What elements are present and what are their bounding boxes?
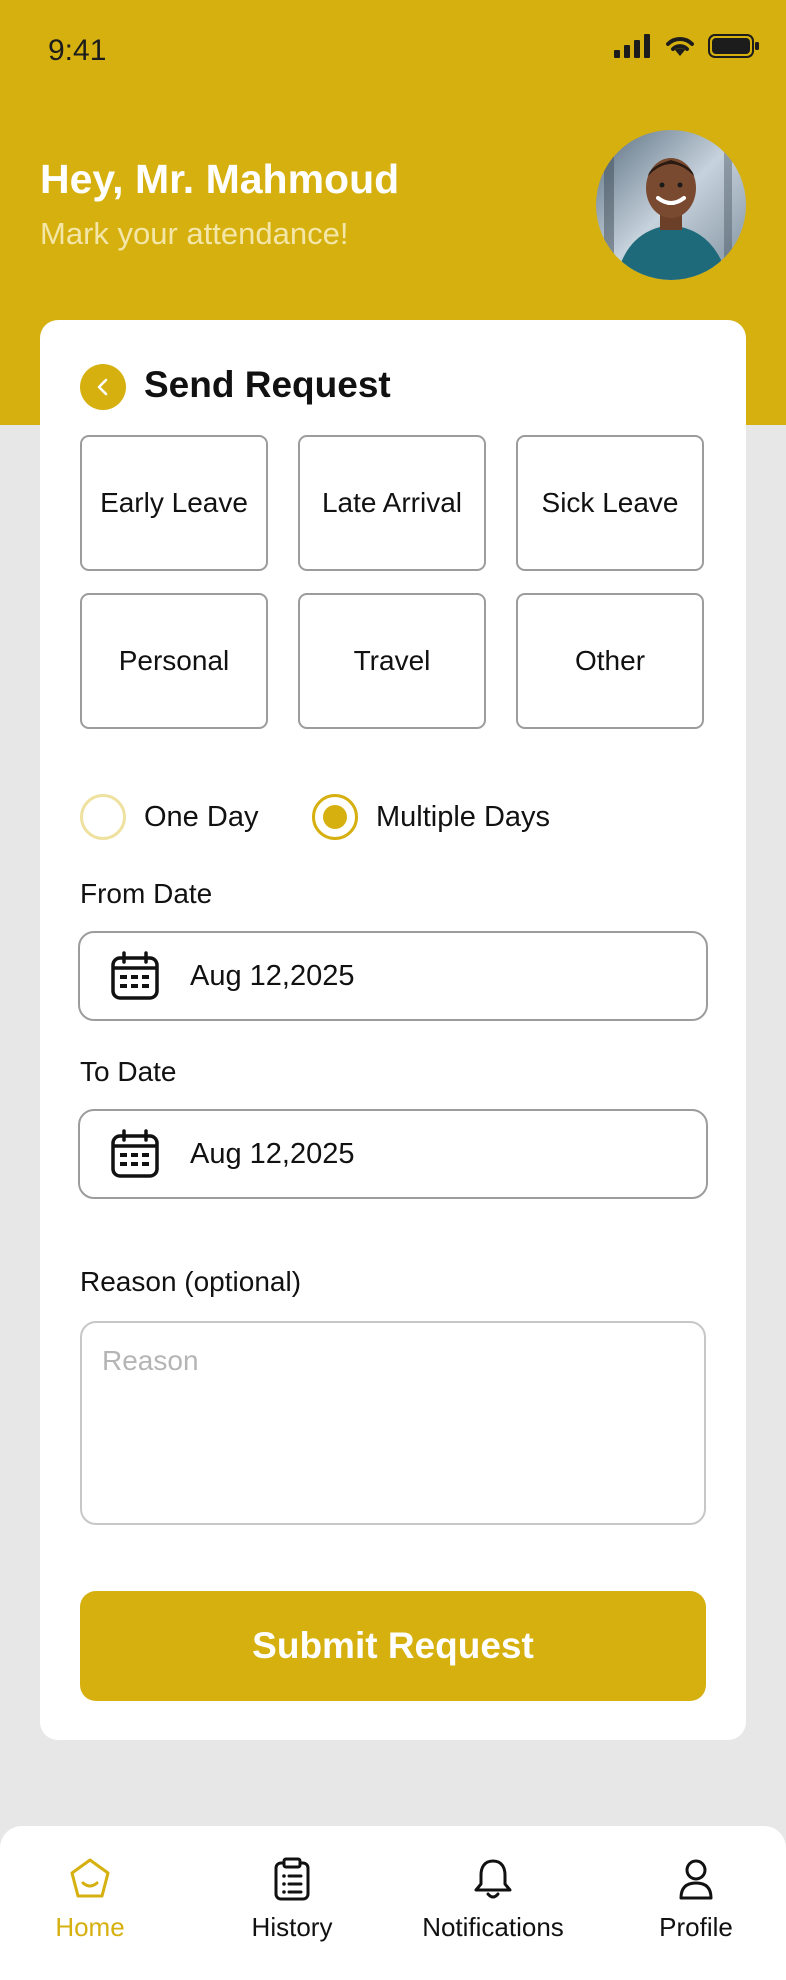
from-date-label: From Date <box>80 878 213 909</box>
back-button[interactable] <box>80 364 126 410</box>
request-type-sick-leave[interactable]: Sick Leave <box>516 435 704 571</box>
calendar-icon <box>111 951 159 1000</box>
clipboard-icon <box>274 1857 310 1901</box>
to-date-field[interactable]: Aug 12,2025 <box>78 1109 708 1199</box>
from-date-value: Aug 12,2025 <box>190 959 355 992</box>
request-type-travel[interactable]: Travel <box>298 593 486 729</box>
card-title: Send Request <box>144 364 391 405</box>
request-type-late-arrival[interactable]: Late Arrival <box>298 435 486 571</box>
calendar-icon <box>111 1129 159 1178</box>
request-type-other[interactable]: Other <box>516 593 704 729</box>
radio-label: Multiple Days <box>376 800 551 833</box>
nav-label: Profile <box>659 1912 733 1942</box>
avatar[interactable] <box>596 130 746 280</box>
signal-icon <box>614 34 650 58</box>
to-date-label: To Date <box>80 1056 177 1087</box>
bell-icon <box>474 1859 512 1899</box>
to-date-value: Aug 12,2025 <box>190 1137 355 1170</box>
nav-label: Notifications <box>422 1912 564 1942</box>
nav-item-profile[interactable]: Profile <box>606 1856 786 1943</box>
reason-label: Reason (optional) <box>80 1266 302 1297</box>
wifi-icon <box>666 37 694 56</box>
status-icons <box>614 34 760 58</box>
radio-one-day[interactable]: One Day <box>80 794 258 840</box>
from-date-field[interactable]: Aug 12,2025 <box>78 931 708 1021</box>
greeting-title: Hey, Mr. Mahmoud <box>40 156 400 202</box>
nav-item-notifications[interactable]: Notifications <box>403 1856 583 1943</box>
home-icon <box>70 1858 110 1898</box>
nav-label: Home <box>55 1912 125 1942</box>
nav-item-history[interactable]: History <box>202 1856 382 1943</box>
request-card: Send Request Early Leave Late Arrival Si… <box>40 320 746 1740</box>
reason-input[interactable] <box>80 1321 706 1525</box>
radio-label: One Day <box>144 800 259 833</box>
nav-label: History <box>251 1912 333 1942</box>
radio-circle <box>80 794 126 840</box>
status-time: 9:41 <box>48 34 107 67</box>
battery-icon <box>708 34 759 58</box>
greeting-subtitle: Mark your attendance! <box>40 216 349 251</box>
radio-selected-dot <box>323 805 347 829</box>
submit-request-button[interactable]: Submit Request <box>80 1591 706 1701</box>
request-type-early-leave[interactable]: Early Leave <box>80 435 268 571</box>
radio-multiple-days[interactable]: Multiple Days <box>312 794 550 840</box>
bottom-nav: Home History Notifications Profile <box>0 1826 786 1980</box>
chevron-left-icon <box>97 378 108 396</box>
user-icon <box>679 1859 713 1900</box>
radio-circle <box>312 794 358 840</box>
nav-item-home[interactable]: Home <box>0 1856 180 1943</box>
request-type-personal[interactable]: Personal <box>80 593 268 729</box>
